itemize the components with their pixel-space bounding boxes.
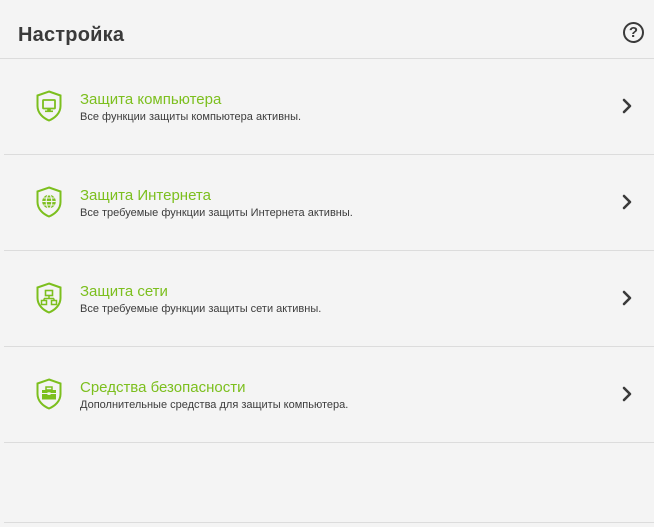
- shield-monitor-icon: [36, 90, 62, 122]
- settings-item-security-tools[interactable]: Средства безопасности Дополнительные сре…: [4, 347, 654, 443]
- item-description: Все требуемые функции защиты Интернета а…: [80, 207, 353, 219]
- chevron-right-icon[interactable]: [621, 97, 633, 115]
- shield-network-icon: [36, 282, 62, 314]
- chevron-right-icon[interactable]: [621, 193, 633, 211]
- settings-item-computer-protection[interactable]: Защита компьютера Все функции защиты ком…: [4, 59, 654, 155]
- item-title: Защита Интернета: [80, 187, 211, 204]
- shield-toolbox-icon: [36, 378, 62, 410]
- item-description: Все требуемые функции защиты сети активн…: [80, 303, 322, 315]
- item-description: Все функции защиты компьютера активны.: [80, 111, 302, 123]
- settings-item-internet-protection[interactable]: Защита Интернета Все требуемые функции з…: [4, 155, 654, 251]
- page-title: Настройка: [18, 24, 125, 46]
- shield-globe-icon: [36, 186, 62, 218]
- help-button[interactable]: ?: [623, 22, 644, 43]
- page-header: Настройка ?: [0, 0, 654, 59]
- item-title: Защита компьютера: [80, 91, 222, 108]
- divider: [4, 522, 654, 523]
- settings-item-network-protection[interactable]: Защита сети Все требуемые функции защиты…: [4, 251, 654, 347]
- item-title: Средства безопасности: [80, 379, 246, 396]
- item-title: Защита сети: [80, 283, 168, 300]
- chevron-right-icon[interactable]: [621, 385, 633, 403]
- chevron-right-icon[interactable]: [621, 289, 633, 307]
- item-description: Дополнительные средства для защиты компь…: [80, 399, 349, 411]
- settings-list: Защита компьютера Все функции защиты ком…: [4, 59, 654, 443]
